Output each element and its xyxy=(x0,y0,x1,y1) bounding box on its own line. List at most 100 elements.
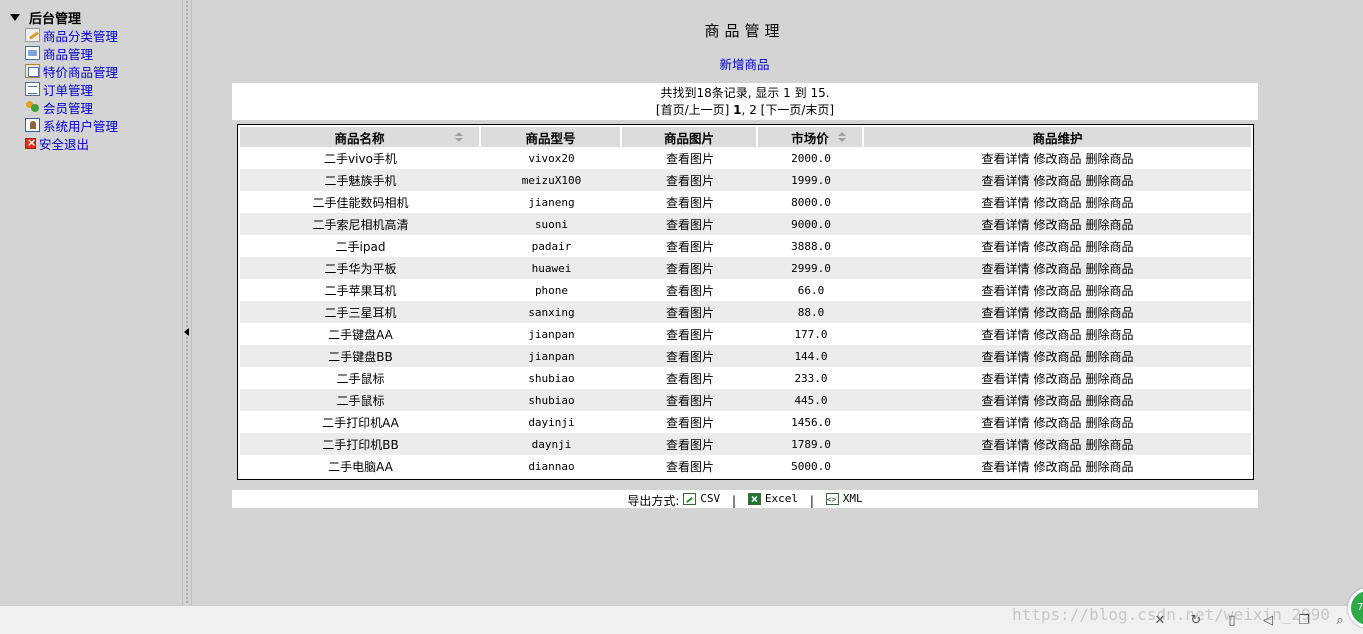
view-image-link[interactable]: 查看图片 xyxy=(666,306,714,320)
sidebar-item-orders[interactable]: 订单管理 xyxy=(25,80,118,98)
search-icon[interactable]: ⌕ xyxy=(1332,614,1348,628)
edit-product-link[interactable]: 修改商品 xyxy=(1033,262,1081,276)
view-detail-link[interactable]: 查看详情 xyxy=(981,196,1029,210)
view-image-link[interactable]: 查看图片 xyxy=(666,240,714,254)
pager-comma: , xyxy=(741,103,746,117)
sidebar-item-system-users[interactable]: 系统用户管理 xyxy=(25,116,118,134)
view-detail-link[interactable]: 查看详情 xyxy=(981,152,1029,166)
edit-product-link[interactable]: 修改商品 xyxy=(1033,416,1081,430)
export-csv-link[interactable]: CSV xyxy=(683,490,720,508)
edit-product-link[interactable]: 修改商品 xyxy=(1033,306,1081,320)
pager-first-link[interactable]: 首页 xyxy=(661,103,685,117)
view-detail-link[interactable]: 查看详情 xyxy=(981,372,1029,386)
delete-product-link[interactable]: 删除商品 xyxy=(1086,174,1134,188)
view-image-link[interactable]: 查看图片 xyxy=(666,460,714,474)
delete-product-link[interactable]: 删除商品 xyxy=(1086,152,1134,166)
delete-product-link[interactable]: 删除商品 xyxy=(1086,394,1134,408)
view-image-link[interactable]: 查看图片 xyxy=(666,218,714,232)
view-detail-link[interactable]: 查看详情 xyxy=(981,438,1029,452)
export-xml-link[interactable]: XML xyxy=(825,490,863,509)
cell-ops: 查看详情 修改商品 删除商品 xyxy=(864,279,1251,301)
collapse-left-arrow-icon[interactable] xyxy=(184,328,189,336)
view-image-link[interactable]: 查看图片 xyxy=(666,416,714,430)
delete-product-link[interactable]: 删除商品 xyxy=(1086,240,1134,254)
pin-icon[interactable]: ✕ xyxy=(1152,614,1168,628)
edit-product-link[interactable]: 修改商品 xyxy=(1033,350,1081,364)
view-detail-link[interactable]: 查看详情 xyxy=(981,284,1029,298)
edit-product-link[interactable]: 修改商品 xyxy=(1033,460,1081,474)
export-excel-link[interactable]: Excel xyxy=(747,490,798,508)
collapse-triangle-icon[interactable] xyxy=(10,14,20,21)
edit-product-link[interactable]: 修改商品 xyxy=(1033,284,1081,298)
sidebar-item-products[interactable]: 商品管理 xyxy=(25,44,118,62)
view-detail-link[interactable]: 查看详情 xyxy=(981,218,1029,232)
view-image-link[interactable]: 查看图片 xyxy=(666,438,714,452)
delete-product-link[interactable]: 删除商品 xyxy=(1086,372,1134,386)
view-detail-link[interactable]: 查看详情 xyxy=(981,416,1029,430)
edit-product-link[interactable]: 修改商品 xyxy=(1033,152,1081,166)
record-summary: 共找到18条记录, 显示 1 到 15. xyxy=(660,86,830,100)
view-image-link[interactable]: 查看图片 xyxy=(666,394,714,408)
view-detail-link[interactable]: 查看详情 xyxy=(981,306,1029,320)
cell-price: 9000.0 xyxy=(758,213,864,235)
sidebar-item-category[interactable]: 商品分类管理 xyxy=(25,26,118,44)
col-header-name[interactable]: 商品名称 xyxy=(240,127,481,147)
edit-product-link[interactable]: 修改商品 xyxy=(1033,394,1081,408)
view-detail-link[interactable]: 查看详情 xyxy=(981,328,1029,342)
cell-model: shubiao xyxy=(481,389,622,411)
sidebar-item-specials[interactable]: 特价商品管理 xyxy=(25,62,118,80)
view-image-link[interactable]: 查看图片 xyxy=(666,284,714,298)
delete-product-link[interactable]: 删除商品 xyxy=(1086,350,1134,364)
pager-next-link[interactable]: 下一页 xyxy=(765,103,801,117)
view-detail-link[interactable]: 查看详情 xyxy=(981,350,1029,364)
cell-name: 二手打印机AA xyxy=(322,415,399,430)
sort-icon[interactable] xyxy=(455,132,463,142)
view-image-link[interactable]: 查看图片 xyxy=(666,262,714,276)
view-detail-link[interactable]: 查看详情 xyxy=(981,460,1029,474)
sort-icon[interactable] xyxy=(838,132,846,142)
edit-product-link[interactable]: 修改商品 xyxy=(1033,218,1081,232)
pager-page-2[interactable]: 2 xyxy=(749,103,757,117)
view-image-link[interactable]: 查看图片 xyxy=(666,174,714,188)
speaker-icon[interactable]: ◁ xyxy=(1260,614,1276,628)
delete-product-link[interactable]: 删除商品 xyxy=(1086,196,1134,210)
window-icon[interactable]: ❐ xyxy=(1296,614,1312,628)
cell-name: 二手打印机BB xyxy=(240,433,481,455)
view-detail-link[interactable]: 查看详情 xyxy=(981,240,1029,254)
col-header-price[interactable]: 市场价 xyxy=(758,127,864,147)
table-body: 二手vivo手机 vivox20 查看图片 2000.0 查看详情 修改商品 删除商品 二手魅… xyxy=(240,147,1251,477)
trash-icon[interactable]: ▯ xyxy=(1224,614,1240,628)
add-product-link[interactable]: 新增商品 xyxy=(192,54,1297,73)
delete-product-link[interactable]: 删除商品 xyxy=(1086,460,1134,474)
view-image-link[interactable]: 查看图片 xyxy=(666,152,714,166)
sysuser-icon xyxy=(25,118,40,132)
pager-last-link[interactable]: 末页 xyxy=(805,103,829,117)
frame-splitter[interactable] xyxy=(182,0,192,605)
edit-product-link[interactable]: 修改商品 xyxy=(1033,372,1081,386)
edit-product-link[interactable]: 修改商品 xyxy=(1033,196,1081,210)
delete-product-link[interactable]: 删除商品 xyxy=(1086,306,1134,320)
edit-product-link[interactable]: 修改商品 xyxy=(1033,438,1081,452)
sidebar-item-members[interactable]: 会员管理 xyxy=(25,98,118,116)
edit-product-link[interactable]: 修改商品 xyxy=(1033,240,1081,254)
delete-product-link[interactable]: 删除商品 xyxy=(1086,284,1134,298)
view-detail-link[interactable]: 查看详情 xyxy=(981,394,1029,408)
view-image-link[interactable]: 查看图片 xyxy=(666,372,714,386)
view-image-link[interactable]: 查看图片 xyxy=(666,196,714,210)
delete-product-link[interactable]: 删除商品 xyxy=(1086,416,1134,430)
tree-root[interactable]: 后台管理 xyxy=(10,8,81,27)
delete-product-link[interactable]: 删除商品 xyxy=(1086,262,1134,276)
product-table: 商品名称 商品型号 商品图片 市场价 商品维护 二手vivo手机 vivox20 查… xyxy=(240,127,1251,477)
delete-product-link[interactable]: 删除商品 xyxy=(1086,218,1134,232)
edit-product-link[interactable]: 修改商品 xyxy=(1033,174,1081,188)
view-image-link[interactable]: 查看图片 xyxy=(666,350,714,364)
delete-product-link[interactable]: 删除商品 xyxy=(1086,328,1134,342)
delete-product-link[interactable]: 删除商品 xyxy=(1086,438,1134,452)
view-image-link[interactable]: 查看图片 xyxy=(666,328,714,342)
pager-prev-link[interactable]: 上一页 xyxy=(689,103,725,117)
edit-product-link[interactable]: 修改商品 xyxy=(1033,328,1081,342)
view-detail-link[interactable]: 查看详情 xyxy=(981,262,1029,276)
view-detail-link[interactable]: 查看详情 xyxy=(981,174,1029,188)
refresh-icon[interactable]: ↻ xyxy=(1188,614,1204,628)
sidebar-item-logout[interactable]: 安全退出 xyxy=(25,134,118,152)
